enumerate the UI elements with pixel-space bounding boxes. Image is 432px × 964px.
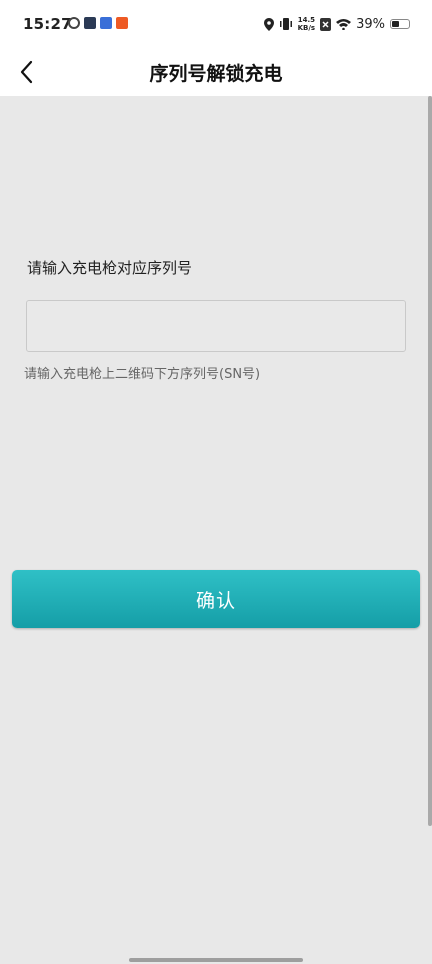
game-icon [100,17,112,29]
serial-number-label: 请输入充电枪对应序列号 [27,259,193,277]
battery-percent: 39% [356,16,385,32]
app-badge-icon [116,17,128,29]
media-icon [84,17,96,29]
serial-number-hint: 请输入充电枪上二维码下方序列号(SN号) [24,367,261,382]
net-speed-value: 14.5 [297,16,315,24]
status-right: 14.5 KB/s 39% [263,16,410,32]
status-bar: 15:27 14.5 KB/s 39% [0,0,432,48]
confirm-button[interactable]: 确认 [12,570,420,628]
vibrate-icon [279,18,292,30]
wifi-icon [336,19,352,30]
header: 序列号解锁充电 [0,48,432,96]
gesture-bar [129,958,303,962]
scroll-indicator [428,96,432,826]
page-title: 序列号解锁充电 [149,63,283,85]
serial-number-input[interactable] [26,300,406,352]
status-time: 15:27 [23,15,72,33]
net-speed: 14.5 KB/s [298,16,315,32]
sync-icon [68,17,80,29]
net-speed-unit: KB/s [297,24,316,32]
notification-icons [68,17,128,29]
location-icon [263,17,274,31]
battery-icon [390,19,410,29]
sim-disabled-icon [320,17,332,31]
